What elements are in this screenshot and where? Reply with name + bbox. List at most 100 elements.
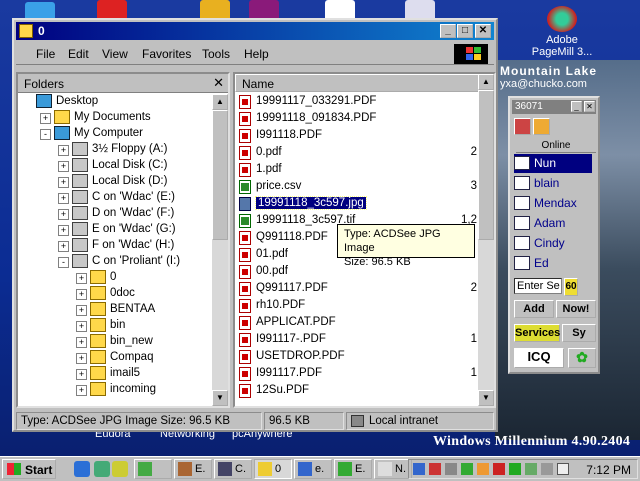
display-tray-icon[interactable] <box>461 463 473 475</box>
icq-search-input[interactable]: Enter Se <box>514 278 562 294</box>
taskbar-task[interactable] <box>134 459 172 479</box>
icq-title-bar[interactable]: 36071 _ ✕ <box>512 100 596 114</box>
expand-icon[interactable]: + <box>76 321 87 332</box>
file-row[interactable]: 19991118_3c597.jpg <box>235 196 481 213</box>
expand-icon[interactable]: + <box>76 273 87 284</box>
expand-icon[interactable]: + <box>40 113 51 124</box>
taskbar-task[interactable]: e. <box>294 459 332 479</box>
taskbar-task[interactable]: C. <box>214 459 252 479</box>
taskbar-task[interactable]: E. <box>334 459 372 479</box>
file-row[interactable]: 1.pdf <box>235 162 481 179</box>
file-row[interactable]: 0.pdf 2 <box>235 145 481 162</box>
pdf-file-icon <box>239 112 251 126</box>
taskbar-task[interactable]: 0 <box>254 459 292 479</box>
icq-contact[interactable]: blain <box>514 174 592 193</box>
icq-badge[interactable]: 60 <box>564 278 578 296</box>
icq-services-button[interactable]: Services <box>514 324 560 342</box>
menu-file[interactable]: File <box>36 47 55 61</box>
menu-help[interactable]: Help <box>244 47 269 61</box>
title-bar[interactable]: 0 _ □ ✕ <box>16 22 494 40</box>
icq-minimize-button[interactable]: _ <box>571 101 582 112</box>
file-name: 00.pdf <box>256 265 288 277</box>
icq-system-button[interactable]: Sy <box>562 324 596 342</box>
file-row[interactable]: 19991118_091834.PDF <box>235 111 481 128</box>
agent-tray-icon[interactable] <box>541 463 553 475</box>
icq-users-icon[interactable] <box>514 118 531 135</box>
icq-contact[interactable]: Cindy <box>514 234 592 253</box>
menu-view[interactable]: View <box>102 47 128 61</box>
file-row[interactable]: I991118.PDF <box>235 128 481 145</box>
scroll-thumb[interactable] <box>212 110 228 240</box>
file-row[interactable]: APPLICAT.PDF <box>235 315 481 332</box>
scheduler-tray-icon[interactable] <box>525 463 537 475</box>
expand-icon[interactable]: + <box>76 369 87 380</box>
folder-tree-scrollbar[interactable]: ▲ ▼ <box>212 94 228 406</box>
expand-icon[interactable]: + <box>58 241 69 252</box>
expand-icon[interactable]: + <box>76 353 87 364</box>
file-row[interactable]: I991117.PDF 1 <box>235 366 481 383</box>
icq-person-icon[interactable] <box>533 118 550 135</box>
expand-icon[interactable]: + <box>58 209 69 220</box>
expand-icon[interactable]: + <box>76 385 87 396</box>
file-list-scrollbar[interactable]: ▲ ▼ <box>478 74 494 406</box>
file-row[interactable]: 12Su.PDF <box>235 383 481 400</box>
icq-contact[interactable]: Nun <box>514 154 592 173</box>
maximize-button[interactable]: □ <box>457 24 473 38</box>
menu-edit[interactable]: Edit <box>68 47 89 61</box>
scroll-up-button[interactable]: ▲ <box>212 94 228 110</box>
ie-quicklaunch-icon[interactable] <box>74 461 90 477</box>
collapse-icon[interactable]: - <box>40 129 51 140</box>
file-row[interactable]: rh10.PDF <box>235 298 481 315</box>
volume-tray-icon[interactable] <box>445 463 457 475</box>
icq-logo-button[interactable]: ICQ <box>514 348 564 368</box>
icq-close-button[interactable]: ✕ <box>584 101 595 112</box>
menu-tools[interactable]: Tools <box>202 47 230 61</box>
icq-flower-icon[interactable]: ✿ <box>568 348 596 368</box>
file-row[interactable]: 19991117_033291.PDF <box>235 94 481 111</box>
expand-icon[interactable]: + <box>58 161 69 172</box>
icq-contact[interactable]: Ed <box>514 254 592 273</box>
taskbar-task[interactable]: N. <box>374 459 412 479</box>
power-tray-icon[interactable] <box>477 463 489 475</box>
scroll-thumb[interactable] <box>478 90 494 240</box>
file-row[interactable]: Q991117.PDF 2 <box>235 281 481 298</box>
clock[interactable]: 7:12 PM <box>586 463 631 477</box>
antivirus-tray-icon[interactable] <box>493 463 505 475</box>
scroll-down-button[interactable]: ▼ <box>212 390 228 406</box>
minimize-button[interactable]: _ <box>440 24 456 38</box>
icq-contact[interactable]: Mendax <box>514 194 592 213</box>
taskbar-task[interactable]: E. <box>174 459 212 479</box>
expand-icon[interactable]: + <box>58 145 69 156</box>
menu-favorites[interactable]: Favorites <box>142 47 191 61</box>
file-row[interactable]: USETDROP.PDF <box>235 349 481 366</box>
icq-add-button[interactable]: Add <box>514 300 554 318</box>
expand-icon[interactable]: + <box>76 337 87 348</box>
outlook-quicklaunch-icon[interactable] <box>112 461 128 477</box>
expand-icon[interactable]: + <box>76 305 87 316</box>
mail-tray-icon[interactable] <box>557 463 569 475</box>
monitor-tray-icon[interactable] <box>429 463 441 475</box>
icq-now-button[interactable]: Now! <box>556 300 596 318</box>
close-folders-icon[interactable]: ✕ <box>213 75 224 91</box>
icq-tray-icon[interactable] <box>509 463 521 475</box>
expand-icon[interactable]: + <box>58 193 69 204</box>
close-button[interactable]: ✕ <box>475 24 491 38</box>
desktop-icon-adobe[interactable]: Adobe PageMill 3... <box>522 6 602 58</box>
icq-contact[interactable]: Adam <box>514 214 592 233</box>
expand-icon[interactable]: + <box>58 225 69 236</box>
taskbar-task-label: C. <box>235 463 246 475</box>
start-button[interactable]: Start <box>2 459 56 479</box>
scroll-down-button[interactable]: ▼ <box>478 390 494 406</box>
tree-item-label: Local Disk (C:) <box>92 159 168 171</box>
desktop-quicklaunch-icon[interactable] <box>94 461 110 477</box>
file-row[interactable]: I991117-.PDF 1 <box>235 332 481 349</box>
network-drive-icon <box>72 254 88 268</box>
scroll-up-button[interactable]: ▲ <box>478 74 494 90</box>
collapse-icon[interactable]: - <box>58 257 69 268</box>
pdf-file-icon <box>239 333 251 347</box>
expand-icon[interactable]: + <box>58 177 69 188</box>
column-header-name[interactable]: Name <box>235 74 481 92</box>
network-tray-icon[interactable] <box>413 463 425 475</box>
expand-icon[interactable]: + <box>76 289 87 300</box>
file-row[interactable]: price.csv 3 <box>235 179 481 196</box>
